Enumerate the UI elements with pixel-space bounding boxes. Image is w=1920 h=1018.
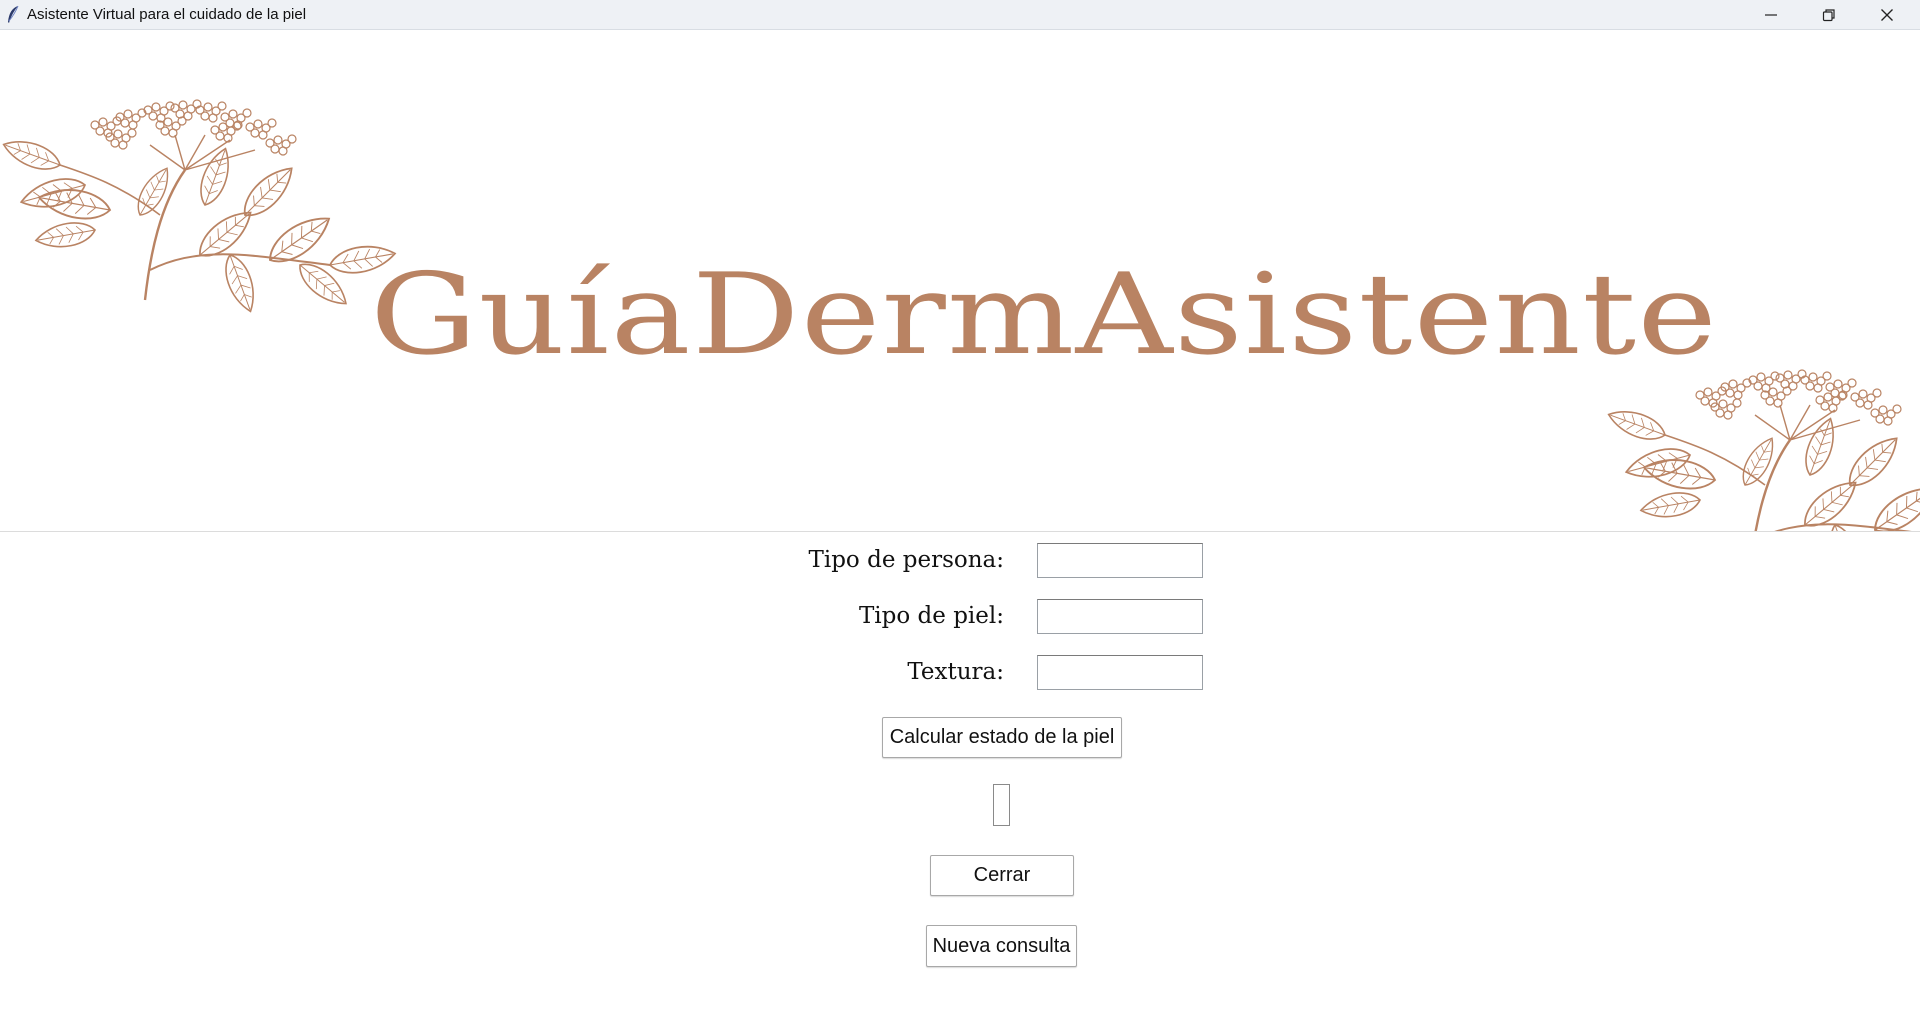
skin-type-input[interactable] [1037, 599, 1203, 634]
elderflower-right [1605, 370, 1920, 531]
person-type-label: Tipo de persona: [808, 547, 1004, 573]
texture-label: Textura: [907, 659, 1004, 685]
feather-icon [8, 5, 19, 23]
skin-type-label: Tipo de piel: [858, 603, 1004, 629]
close-button[interactable] [1858, 0, 1916, 29]
texture-input[interactable] [1037, 655, 1203, 690]
close-app-button[interactable]: Cerrar [930, 855, 1074, 896]
new-query-button[interactable]: Nueva consulta [926, 925, 1077, 967]
minimize-icon [1765, 13, 1777, 16]
window-title: Asistente Virtual para el cuidado de la … [27, 6, 307, 23]
minimize-button[interactable] [1742, 0, 1800, 29]
elderflower-left [0, 100, 397, 315]
person-type-input[interactable] [1037, 543, 1203, 578]
restore-button[interactable] [1800, 0, 1858, 29]
app-logo-text: GuíaDermAsistente [370, 250, 1719, 380]
restore-icon [1822, 8, 1835, 21]
close-icon [1881, 8, 1893, 21]
title-bar: Asistente Virtual para el cuidado de la … [0, 0, 1920, 30]
banner-image: GuíaDermAsistente [0, 30, 1920, 532]
result-display [993, 784, 1010, 826]
calculate-skin-state-button[interactable]: Calcular estado de la piel [882, 717, 1122, 758]
